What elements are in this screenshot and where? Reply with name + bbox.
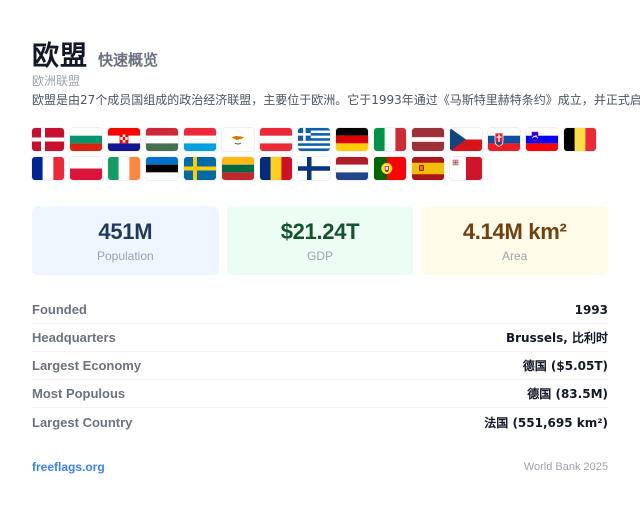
header: 欧盟 快速概览 [32,34,608,72]
cyprus-flag [222,128,254,151]
fact-row-headquarters: Headquarters Brussels, 比利时 [32,324,608,352]
netherlands-flag [336,157,368,180]
area-label: Area [502,248,528,263]
footer: freeflags.org World Bank 2025 [32,460,608,474]
gdp-stat: $21.24T GDP [226,206,414,275]
luxembourg-flag [184,128,216,151]
fact-row-founded: Founded 1993 [32,296,608,324]
population-stat: 451M Population [32,206,219,275]
description: 欧盟是由27个成员国组成的政治经济联盟，主要位于欧洲。它于1993年通过《马斯特… [32,93,640,107]
belgium-flag [564,128,596,151]
fact-key: Most Populous [32,386,126,401]
population-value: 451M [98,218,153,244]
fact-value: Brussels, 比利时 [505,331,608,345]
source-link[interactable]: freeflags.org [32,460,105,474]
page-title: 欧盟 [32,41,88,72]
facts-list: Founded 1993 Headquarters Brussels, 比利时 … [32,296,608,436]
ireland-flag [108,157,140,180]
fact-key: Largest Economy [32,358,142,373]
sweden-flag [184,157,216,180]
fact-value: 德国 ($5.05T) [522,359,608,373]
lithuania-flag [222,157,254,180]
flag-grid [32,128,608,180]
poland-flag [70,157,102,180]
fact-key: Headquarters [32,330,116,345]
area-stat: 4.14M km² Area [421,206,609,275]
greece-flag [298,128,330,151]
fact-key: Founded [32,302,87,317]
croatia-flag [108,128,140,151]
italy-flag [374,128,406,151]
area-value: 4.14M km² [462,218,567,244]
fact-row-largest-economy: Largest Economy 德国 ($5.05T) [32,352,608,380]
slovenia-flag [526,128,558,151]
gdp-value: $21.24T [280,218,360,244]
fact-value: 德国 (83.5M) [527,387,608,401]
fact-value: 法国 (551,695 km²) [484,415,608,430]
czechia-flag [450,128,482,151]
fact-row-largest-country: Largest Country 法国 (551,695 km²) [32,408,608,436]
stats-row: 451M Population $21.24T GDP 4.14M km² Ar… [32,206,609,275]
hungary-flag [146,128,178,151]
fact-value: 1993 [574,302,608,317]
france-flag [32,157,64,180]
overview-card: 欧盟 快速概览 欧洲联盟 欧盟是由27个成员国组成的政治经济联盟，主要位于欧洲。… [32,34,640,474]
estonia-flag [146,157,178,180]
portugal-flag [374,157,406,180]
bulgaria-flag [70,128,102,151]
denmark-flag [32,128,64,151]
latvia-flag [412,128,444,151]
germany-flag [336,128,368,151]
page-subtitle: 快速概览 [98,51,159,69]
malta-flag [450,157,482,180]
fact-row-most-populous: Most Populous 德国 (83.5M) [32,380,608,408]
slovakia-flag [488,128,520,151]
austria-flag [260,128,292,151]
finland-flag [298,157,330,180]
native-name: 欧洲联盟 [32,74,81,88]
data-credit: World Bank 2025 [523,461,608,473]
population-label: Population [96,248,154,263]
romania-flag [260,157,292,180]
fact-key: Largest Country [32,414,133,430]
spain-flag [412,157,444,180]
gdp-label: GDP [307,248,334,263]
